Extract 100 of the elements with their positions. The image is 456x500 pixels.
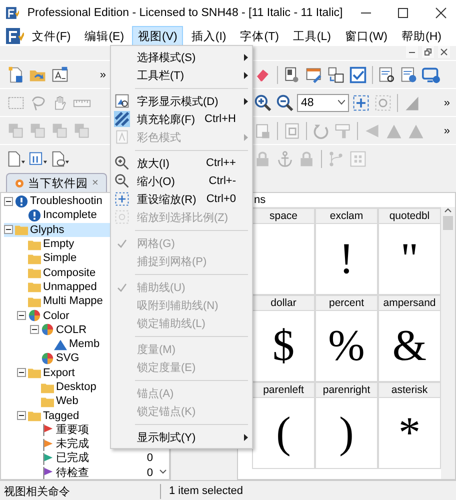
menu-item[interactable]: 放大(I) Ctrl++ [111,154,252,172]
zoom-combo[interactable]: 48 [297,94,349,112]
menu-label: 锁定锚点(K) [136,404,197,418]
triangle-icon [403,94,421,112]
glyph-cell[interactable]: exclam ! [315,208,378,295]
shortcut-label: Ctrl+0 [206,193,237,205]
menu-label: 吸附到辅助线(N) [136,298,220,312]
flag-icon [41,452,54,465]
text-swap-icon [327,66,345,84]
maximize-icon [397,7,410,19]
color-wheel-icon [41,323,54,336]
menu-item[interactable]: 字形显示模式(D) [111,92,252,110]
scroll-up-icon[interactable] [444,207,452,213]
page-comment-icon [51,150,69,168]
menu-label: 放大(I) [136,156,170,170]
expander-icon[interactable] [4,196,13,206]
tree-item[interactable]: 待检查 0 [30,466,169,479]
restore-button[interactable] [422,46,434,58]
menu-item[interactable]: 工具栏(T) [111,66,252,84]
close-button[interactable] [438,46,450,58]
menu-label: 工具栏(T) [136,68,186,82]
glyph-name: asterisk [379,383,440,398]
glyph-cell[interactable]: quotedbl " [378,208,441,295]
overflow-button[interactable]: » [442,124,452,136]
menu-item[interactable]: 文件(F) [26,26,77,46]
zoom-in-icon [254,94,272,112]
text-search-icon [378,66,396,84]
folder-icon [28,280,41,294]
menu-item[interactable]: 视图(V) [132,26,184,46]
text-globe-icon [400,66,418,84]
scroll-down-icon[interactable] [159,469,167,475]
toolbar-button[interactable] [377,64,397,84]
tree-label: 已完成 [56,451,89,466]
layers-icon [73,122,91,140]
glyph-cell[interactable]: parenright ) [315,382,378,469]
monitor-plus-icon [422,66,440,84]
expander-icon[interactable] [17,311,26,320]
expander-icon[interactable] [30,325,39,334]
minimize-button[interactable] [406,46,418,58]
expander-icon[interactable] [17,411,26,420]
item-count: 0 [146,451,153,466]
glyph-cell[interactable]: ampersand & [378,295,441,382]
glyph-name: parenleft [253,383,314,398]
square-icon [283,122,301,140]
menu-item[interactable]: 选择模式(S) [111,48,252,66]
toolbar-button[interactable] [326,64,346,84]
document-tab[interactable]: 当下软件园 × [6,173,108,192]
grid-icon [349,150,367,168]
flag-icon [41,438,54,451]
menu-label: 填充轮廓(F) [136,112,196,126]
toolbar-button[interactable] [6,148,26,168]
triangle-icon [54,338,67,351]
lock-page-icon [254,122,272,140]
glyph-cell[interactable]: percent % [315,295,378,382]
tree-label: Multi Mappe [43,294,103,308]
glyph-name: percent [316,296,377,311]
layers-icon [51,122,69,140]
tree-label: Desktop [56,380,96,394]
menu-item[interactable]: 显示制式(Y) [111,428,252,446]
expander-icon[interactable] [17,368,26,378]
status-text: 视图相关命令 [0,484,161,498]
menu-item[interactable]: 帮助(H) [396,26,448,46]
zoom-out-icon [276,94,294,112]
overflow-button[interactable]: » [442,96,452,108]
menu-label: 捕捉到网格(P) [136,254,208,268]
tree-item[interactable]: 已完成 0 [30,451,169,466]
toolbar-button[interactable] [275,92,295,112]
glyph-name: space [253,209,314,224]
rotate-icon [312,122,330,140]
menu-item[interactable]: 字体(T) [234,26,285,46]
glyph-cell[interactable]: asterisk * [378,382,441,469]
overflow-button[interactable]: » [98,68,108,80]
menu-item[interactable]: 填充轮廓(F) Ctrl+H [111,110,252,128]
new-file-icon [7,66,25,84]
tree-label: Composite [43,266,96,280]
scrollbar-thumb[interactable] [443,216,453,230]
toolbar-button[interactable] [50,64,70,84]
glyph-name: exclam [316,209,377,224]
glyph: " [400,237,418,281]
menu-item[interactable]: 工具(L) [286,26,337,46]
branch-icon [327,150,345,168]
stamp-icon [334,122,352,140]
tree-label: Tagged [43,408,80,423]
tree-label: Empty [43,237,74,252]
toolbar-button[interactable] [253,92,273,112]
flag-icon [41,466,54,479]
menu-label: 锚点(A) [136,386,175,400]
close-icon [435,7,448,19]
menu-item[interactable]: 窗口(W) [338,26,394,46]
glyph: * [398,411,420,455]
expander-icon[interactable] [4,225,13,234]
glyph-name: ampersand [379,296,440,311]
menu-item[interactable]: 编辑(E) [78,26,130,46]
glyph: % [328,324,365,368]
tree-label: Incomplete [43,208,97,222]
menu-label: 重设缩放(R) [136,192,198,206]
menu-item[interactable]: 缩小(O) Ctrl+- [111,172,252,190]
toolbar-button[interactable] [50,148,70,168]
tab-close-button[interactable]: × [92,177,98,189]
menu-item[interactable]: 插入(I) [185,26,232,46]
